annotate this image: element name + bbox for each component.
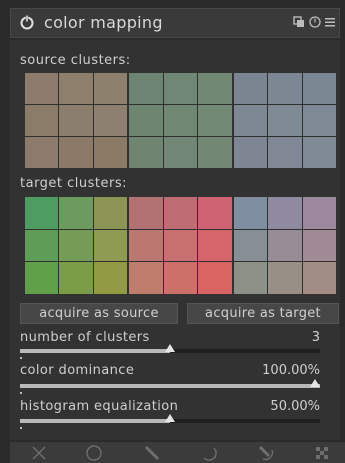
source-cluster-palette-2 [129,73,232,168]
palette-cell [93,73,127,104]
palette-cell [302,137,336,168]
palette-cell [25,197,59,229]
slider-fill [20,419,170,423]
palette-cell [198,105,232,136]
palette-cell [198,262,232,294]
target-cluster-palette-3 [234,197,336,294]
slider-fill [20,384,320,388]
palette-cell [25,73,59,104]
palette-cell [93,229,127,262]
palette-cell [163,262,198,294]
raster-mask-icon[interactable] [313,444,331,462]
slider-track[interactable] [20,344,320,353]
combined-mask-icon[interactable] [257,444,275,462]
drawn-mask-icon[interactable] [143,444,161,462]
palette-cell [234,229,268,262]
source-clusters-label: source clusters: [20,53,131,68]
target-cluster-palette-2 [129,197,232,294]
palette-cell [25,262,59,294]
palette-cell [129,197,163,229]
palette-cell [234,197,268,229]
blend-mode-bar [10,442,345,463]
palette-cell [59,197,93,229]
palette-cell [234,262,268,294]
palette-cell [268,229,302,262]
power-icon[interactable] [19,14,35,30]
slider-marker [20,427,22,429]
reset-icon[interactable] [309,16,321,28]
acquire-as-target-button[interactable]: acquire as target [187,303,339,324]
close-icon[interactable] [30,444,48,462]
circle-mask-icon[interactable] [85,444,103,462]
palette-cell [59,229,93,262]
palette-cell [59,73,93,104]
palette-cell [129,262,163,294]
palette-cell [59,105,93,136]
slider-track[interactable] [20,414,320,423]
slider-value: 100.00% [262,363,320,378]
palette-cell [302,262,336,294]
palette-cell [129,229,163,262]
palette-cell [163,73,198,104]
palette-cell [25,105,59,136]
slider-label: number of clusters [20,330,150,345]
menu-icon[interactable] [324,16,336,28]
palette-cell [302,197,336,229]
palette-cell [25,137,59,168]
module-title: color mapping [44,13,163,32]
target-cluster-palette-1 [25,197,127,294]
slider-handle[interactable] [165,344,175,352]
module-header: color mapping [10,8,340,38]
palette-cell [198,229,232,262]
palette-cell [198,73,232,104]
palette-cell [268,137,302,168]
palette-cell [234,105,268,136]
palette-cell [163,105,198,136]
palette-cell [163,229,198,262]
slider-label: color dominance [20,363,135,378]
palette-cell [234,73,268,104]
acquire-as-source-button[interactable]: acquire as source [20,303,178,324]
target-clusters-label: target clusters: [20,176,128,191]
palette-cell [59,137,93,168]
source-cluster-palette-1 [25,73,127,168]
slider-value: 3 [311,330,320,345]
palette-cell [93,105,127,136]
slider-fill [20,349,170,353]
palette-cell [93,262,127,294]
palette-cell [163,137,198,168]
palette-cell [198,137,232,168]
slider-track[interactable] [20,379,320,388]
palette-cell [59,262,93,294]
palette-cell [268,197,302,229]
palette-cell [302,105,336,136]
palette-cell [129,105,163,136]
slider-handle[interactable] [165,414,175,422]
palette-cell [129,73,163,104]
palette-cell [302,229,336,262]
source-cluster-palette-3 [234,73,336,168]
palette-cell [25,229,59,262]
palette-cell [129,137,163,168]
palette-cell [93,137,127,168]
parametric-mask-icon[interactable] [200,444,218,462]
slider-value: 50.00% [270,399,320,414]
palette-cell [198,197,232,229]
palette-cell [268,73,302,104]
palette-cell [268,105,302,136]
slider-marker [20,357,22,359]
slider-label: histogram equalization [20,399,179,414]
slider-handle[interactable] [310,379,320,387]
slider-marker [20,392,22,394]
palette-cell [302,73,336,104]
palette-cell [234,137,268,168]
palette-cell [163,197,198,229]
presets-icon[interactable] [293,16,305,28]
palette-cell [268,262,302,294]
palette-cell [93,197,127,229]
